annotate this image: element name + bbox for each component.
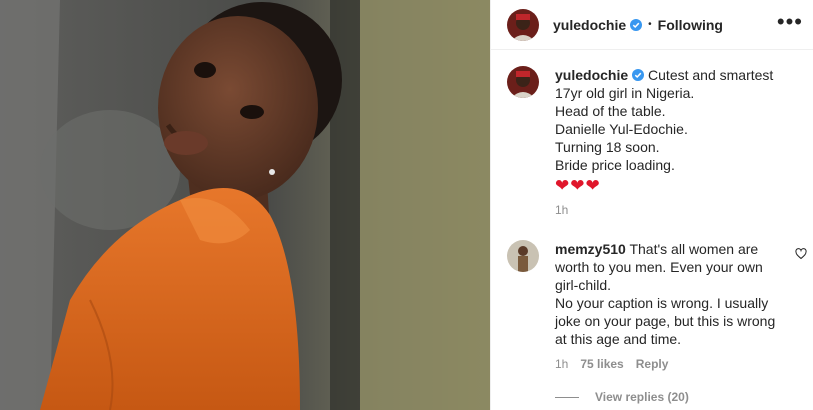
comment-meta: 1h 75 likes Reply <box>555 357 807 371</box>
comment-line: worth to you men. Even your own <box>555 259 763 275</box>
comment-line: No your caption is wrong. I usually <box>555 295 769 311</box>
caption-line: Head of the table. <box>555 103 666 119</box>
more-options-icon[interactable]: ••• <box>777 11 803 33</box>
post-header: yuledochie • Following ••• <box>491 0 813 50</box>
comment-text: memzy510 That's all women are worth to y… <box>555 240 789 348</box>
view-replies-label: View replies (20) <box>595 390 689 404</box>
following-button[interactable]: Following <box>658 17 723 33</box>
post-caption: yuledochie Cutest and smartest 17yr old … <box>555 66 807 195</box>
heart-outline-icon[interactable] <box>795 248 807 260</box>
post-side-panel: yuledochie • Following ••• yuledochie Cu… <box>490 0 813 410</box>
comment-line: joke on your page, but this is wrong <box>555 313 776 329</box>
author-avatar[interactable] <box>507 8 539 41</box>
caption-line: Danielle Yul-Edochie. <box>555 121 688 137</box>
comment-likes[interactable]: 75 likes <box>580 357 623 371</box>
reply-button[interactable]: Reply <box>636 357 669 371</box>
comment-item: memzy510 That's all women are worth to y… <box>507 240 807 371</box>
heart-emoji-icons: ❤❤❤ <box>555 176 601 195</box>
post-timestamp[interactable]: 1h <box>555 203 807 217</box>
verified-badge-icon <box>630 18 643 31</box>
post-photo-image <box>0 0 490 410</box>
comment-timestamp[interactable]: 1h <box>555 357 568 371</box>
post-photo[interactable] <box>0 0 490 410</box>
caption-line: Bride price loading. <box>555 157 675 173</box>
caption-username[interactable]: yuledochie <box>555 67 628 83</box>
view-replies-button[interactable]: View replies (20) <box>555 390 689 404</box>
verified-badge-icon <box>632 69 645 81</box>
replies-divider <box>555 396 579 398</box>
comment-line: girl-child. <box>555 277 612 293</box>
commenter-username[interactable]: memzy510 <box>555 241 626 257</box>
caption-line: Turning 18 soon. <box>555 139 660 155</box>
comment-line: at this age and time. <box>555 331 682 347</box>
caption-line: 17yr old girl in Nigeria. <box>555 85 695 101</box>
comment-line: That's all women are <box>629 241 759 257</box>
post-caption-block: yuledochie Cutest and smartest 17yr old … <box>507 66 807 217</box>
commenter-avatar[interactable] <box>507 240 539 272</box>
author-username[interactable]: yuledochie <box>553 17 626 33</box>
separator-dot: • <box>648 19 652 30</box>
caption-line: Cutest and smartest <box>648 67 774 83</box>
caption-author-avatar[interactable] <box>507 66 539 98</box>
